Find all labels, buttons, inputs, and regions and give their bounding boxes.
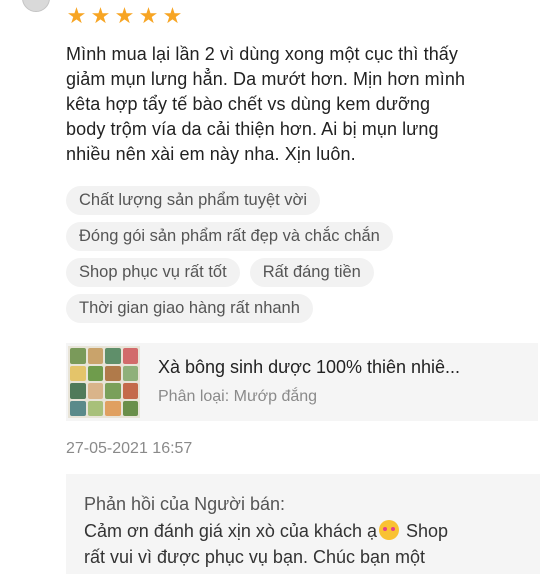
seller-reply: Phản hồi của Người bán: Cảm ơn đánh giá … bbox=[66, 474, 540, 574]
seller-reply-heading: Phản hồi của Người bán: bbox=[84, 494, 285, 514]
tag-delivery: Thời gian giao hàng rất nhanh bbox=[66, 294, 313, 323]
review-tags: Chất lượng sản phẩm tuyệt vời Đóng gói s… bbox=[66, 186, 546, 330]
review-text-line: kêta hợp tẩy tế bào chết vs dùng kem dưỡ… bbox=[66, 94, 431, 114]
star-icon: ★ bbox=[66, 4, 87, 29]
product-variant: Phân loại: Mướp đắng bbox=[158, 388, 318, 405]
star-icon: ★ bbox=[162, 4, 183, 29]
review-text-line: nhiều nên xài em này nha. Xịn luôn. bbox=[66, 144, 356, 164]
tag-row: Thời gian giao hàng rất nhanh bbox=[66, 294, 546, 323]
tag-row: Shop phục vụ rất tốt Rất đáng tiền bbox=[66, 258, 546, 287]
seller-reply-text: Cảm ơn đánh giá xịn xò của khách ạ Shop … bbox=[84, 518, 532, 570]
seller-reply-line: rất vui vì được phục vụ bạn. Chúc bạn mộ… bbox=[84, 547, 426, 567]
star-icon: ★ bbox=[138, 4, 159, 29]
seller-reply-line-text: Shop bbox=[400, 521, 449, 541]
review-timestamp: 27-05-2021 16:57 bbox=[66, 440, 193, 457]
product-info: Xà bông sinh dược 100% thiên nhiê... Phâ… bbox=[158, 355, 460, 409]
star-icon: ★ bbox=[90, 4, 111, 29]
seller-reply-line-text: Cảm ơn đánh giá xịn xò của khách ạ bbox=[84, 521, 377, 541]
product-thumbnail-image[interactable] bbox=[68, 346, 140, 418]
review-text-line: body trộm vía da cải thiện hơn. Ai bị mụ… bbox=[66, 119, 439, 139]
tag-row: Chất lượng sản phẩm tuyệt vời bbox=[66, 186, 546, 215]
reviewer-avatar[interactable] bbox=[22, 0, 50, 12]
seller-reply-line: Cảm ơn đánh giá xịn xò của khách ạ Shop bbox=[84, 518, 532, 544]
review-text: Mình mua lại lần 2 vì dùng xong một cục … bbox=[66, 42, 536, 167]
review-text-line: Mình mua lại lần 2 vì dùng xong một cục … bbox=[66, 44, 459, 64]
review-text-line: giảm mụn lưng hẳn. Da mướt hơn. Mịn hơn … bbox=[66, 69, 466, 89]
tag-value: Rất đáng tiền bbox=[249, 258, 374, 287]
tag-service: Shop phục vụ rất tốt bbox=[66, 258, 240, 287]
star-icon: ★ bbox=[114, 4, 135, 29]
product-card[interactable]: Xà bông sinh dược 100% thiên nhiê... Phâ… bbox=[66, 343, 538, 421]
tag-packaging: Đóng gói sản phẩm rất đẹp và chắc chắn bbox=[66, 222, 393, 251]
smiling-face-with-hearts-icon bbox=[378, 520, 399, 540]
product-name[interactable]: Xà bông sinh dược 100% thiên nhiê... bbox=[158, 355, 460, 379]
rating-stars: ★ ★ ★ ★ ★ bbox=[66, 5, 183, 29]
tag-row: Đóng gói sản phẩm rất đẹp và chắc chắn bbox=[66, 222, 546, 251]
tag-quality: Chất lượng sản phẩm tuyệt vời bbox=[66, 186, 321, 215]
